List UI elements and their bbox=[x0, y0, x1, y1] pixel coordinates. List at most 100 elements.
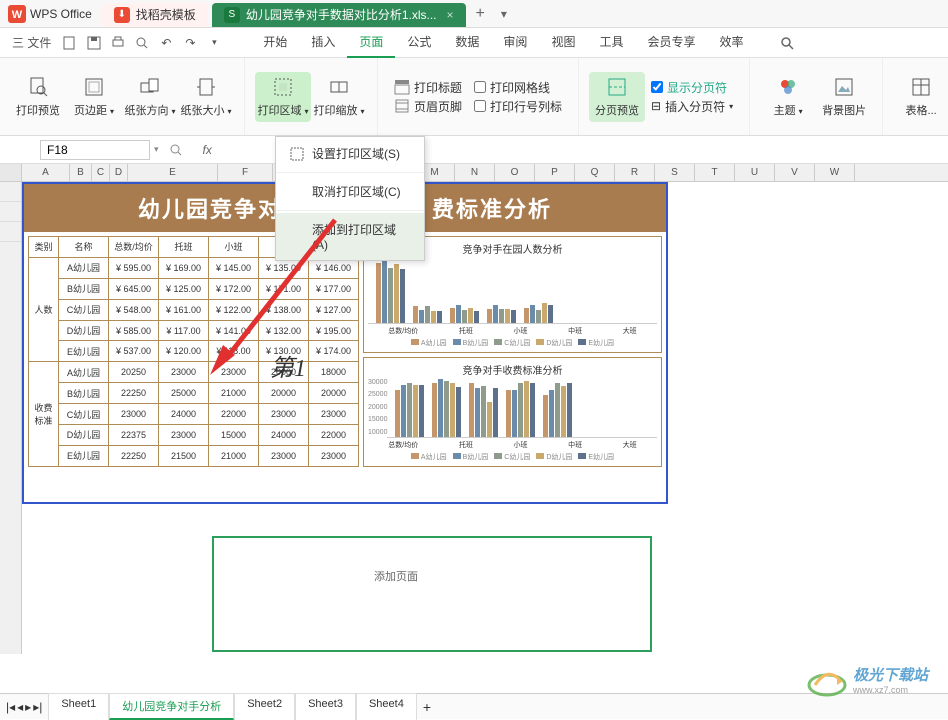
bar bbox=[456, 387, 461, 437]
print-icon[interactable] bbox=[107, 32, 129, 54]
bar bbox=[548, 305, 553, 322]
margins-button[interactable]: 页边距 ▾ bbox=[66, 72, 122, 122]
menu-tab-公式[interactable]: 公式 bbox=[395, 27, 443, 58]
column-header[interactable]: F bbox=[218, 164, 273, 181]
row-header[interactable] bbox=[0, 182, 21, 202]
spreadsheet-grid[interactable]: ABCDEFGHIJKLMNOPQRSTUVW 幼儿园竞争对费标准分析 类别名称… bbox=[0, 164, 948, 654]
column-header[interactable]: N bbox=[455, 164, 495, 181]
menu-tab-数据[interactable]: 数据 bbox=[443, 27, 491, 58]
bar bbox=[450, 383, 455, 437]
column-header[interactable]: Q bbox=[575, 164, 615, 181]
add-tab-button[interactable]: + bbox=[468, 1, 493, 27]
column-header[interactable]: R bbox=[615, 164, 655, 181]
insert-page-break-button[interactable]: ⊟插入分页符 ▾ bbox=[651, 98, 733, 115]
bar bbox=[462, 310, 467, 322]
menu-tab-效率[interactable]: 效率 bbox=[707, 27, 755, 58]
print-titles-button[interactable]: 打印标题 bbox=[394, 79, 462, 96]
bar bbox=[432, 383, 437, 437]
sheet-nav-prev-icon[interactable]: ◂ bbox=[17, 700, 23, 714]
page-break-preview-button[interactable]: 分页预览 bbox=[589, 72, 645, 122]
column-header[interactable]: C bbox=[92, 164, 110, 181]
name-box-dropdown-icon[interactable]: ▾ bbox=[154, 144, 159, 155]
bar bbox=[524, 308, 529, 323]
close-icon[interactable]: × bbox=[447, 8, 454, 22]
sheet-nav-last-icon[interactable]: ▸| bbox=[33, 700, 42, 714]
menu-tab-视图[interactable]: 视图 bbox=[539, 27, 587, 58]
tab-document[interactable]: S 幼儿园竞争对手数据对比分析1.xls... × bbox=[212, 3, 466, 27]
set-print-area-item[interactable]: 设置打印区域(S) bbox=[276, 137, 424, 170]
sheet-tab[interactable]: Sheet4 bbox=[356, 693, 417, 720]
chart-fee: 竞争对手收费标准分析 3000025000200001500010000 总数/… bbox=[363, 357, 662, 467]
bar bbox=[444, 381, 449, 437]
wps-logo-icon: W bbox=[8, 5, 26, 23]
print-scale-icon bbox=[328, 76, 350, 98]
table-format-button[interactable]: 表格... bbox=[893, 72, 948, 122]
preview-icon[interactable] bbox=[131, 32, 153, 54]
themes-button[interactable]: 主题 ▾ bbox=[760, 72, 816, 122]
sheet-nav-next-icon[interactable]: ▸ bbox=[25, 700, 31, 714]
sheet-nav-first-icon[interactable]: |◂ bbox=[6, 700, 15, 714]
column-header[interactable]: T bbox=[695, 164, 735, 181]
chevron-down-icon[interactable]: ▾ bbox=[203, 32, 225, 54]
bg-image-button[interactable]: 背景图片 bbox=[816, 72, 872, 122]
sheet-tab[interactable]: 幼儿园竞争对手分析 bbox=[109, 693, 234, 720]
tab-templates[interactable]: ⬇ 找稻壳模板 bbox=[102, 3, 208, 27]
bar bbox=[512, 390, 517, 437]
app-logo: W WPS Office bbox=[0, 5, 100, 23]
menu-tab-审阅[interactable]: 审阅 bbox=[491, 27, 539, 58]
menu-tab-插入[interactable]: 插入 bbox=[299, 27, 347, 58]
bar bbox=[505, 309, 510, 322]
header-footer-button[interactable]: 页眉页脚 bbox=[394, 98, 462, 115]
column-header[interactable]: P bbox=[535, 164, 575, 181]
paper-size-button[interactable]: 纸张大小 ▾ bbox=[178, 72, 234, 122]
menu-tab-会员专享[interactable]: 会员专享 bbox=[635, 27, 707, 58]
column-header[interactable]: S bbox=[655, 164, 695, 181]
orientation-icon bbox=[139, 76, 161, 98]
bar bbox=[518, 383, 523, 437]
gridlines-checkbox[interactable]: 打印网格线 bbox=[474, 79, 562, 96]
select-all-corner[interactable] bbox=[0, 164, 22, 181]
redo-icon[interactable]: ↷ bbox=[179, 32, 201, 54]
print-scale-button[interactable]: 打印缩放 ▾ bbox=[311, 72, 367, 122]
chevron-down-icon: ▾ bbox=[799, 107, 803, 116]
row-header[interactable] bbox=[0, 222, 21, 242]
column-header[interactable]: A bbox=[22, 164, 70, 181]
add-sheet-button[interactable]: + bbox=[417, 697, 437, 717]
row-header[interactable] bbox=[0, 202, 21, 222]
print-preview-button[interactable]: 打印预览 bbox=[10, 72, 66, 122]
sheet-tab[interactable]: Sheet3 bbox=[295, 693, 356, 720]
sheet-tab[interactable]: Sheet2 bbox=[234, 693, 295, 720]
search-icon[interactable] bbox=[776, 32, 798, 54]
sheet-tab[interactable]: Sheet1 bbox=[48, 693, 109, 720]
menu-tab-工具[interactable]: 工具 bbox=[587, 27, 635, 58]
column-header[interactable]: U bbox=[735, 164, 775, 181]
menu-tab-页面[interactable]: 页面 bbox=[347, 27, 395, 58]
column-header[interactable]: V bbox=[775, 164, 815, 181]
tab-menu-button[interactable]: ▾ bbox=[493, 3, 515, 25]
orientation-button[interactable]: 纸张方向 ▾ bbox=[122, 72, 178, 122]
undo-icon[interactable]: ↶ bbox=[155, 32, 177, 54]
bar bbox=[567, 383, 572, 437]
save-icon[interactable] bbox=[83, 32, 105, 54]
search-fx-icon[interactable] bbox=[169, 143, 183, 157]
bar bbox=[542, 303, 547, 323]
bar bbox=[419, 385, 424, 437]
bar bbox=[394, 264, 399, 323]
fx-label[interactable]: fx bbox=[203, 143, 212, 157]
show-page-breaks-checkbox[interactable]: 显示分页符 bbox=[651, 79, 733, 96]
file-menu[interactable]: 三 文件 bbox=[6, 32, 57, 54]
step-annotation: 第1 bbox=[270, 348, 306, 383]
new-icon[interactable] bbox=[59, 32, 81, 54]
add-page-placeholder: 添加页面 bbox=[374, 568, 418, 584]
name-box[interactable] bbox=[40, 140, 150, 160]
column-header[interactable]: W bbox=[815, 164, 855, 181]
table-icon bbox=[910, 76, 932, 98]
header-footer-icon bbox=[394, 98, 410, 114]
print-area-button[interactable]: 打印区域 ▾ bbox=[255, 72, 311, 122]
column-header[interactable]: D bbox=[110, 164, 128, 181]
column-header[interactable]: E bbox=[128, 164, 218, 181]
menu-tab-开始[interactable]: 开始 bbox=[251, 27, 299, 58]
rowcol-headers-checkbox[interactable]: 打印行号列标 bbox=[474, 98, 562, 115]
column-header[interactable]: B bbox=[70, 164, 92, 181]
column-header[interactable]: O bbox=[495, 164, 535, 181]
